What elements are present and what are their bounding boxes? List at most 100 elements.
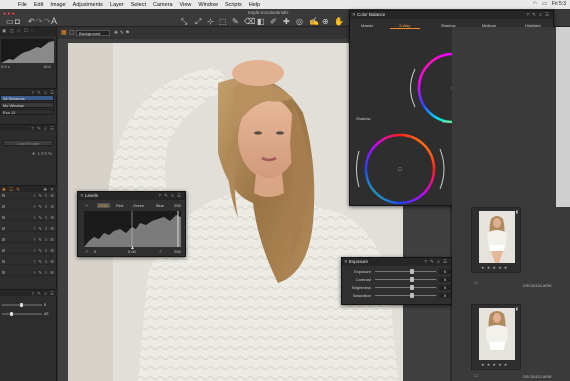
redo-icon[interactable]: ↷	[44, 17, 51, 26]
load-recipe-button[interactable]: Load Recipe	[3, 140, 53, 146]
healing-tool-icon[interactable]: ✚	[283, 17, 290, 26]
recipe-field[interactable]: Eco 12	[0, 109, 54, 115]
layer-row[interactable]: ? ✎ ≡ ☰	[0, 215, 57, 221]
add-icon[interactable]: ✚ ✎ ⚑	[114, 30, 130, 36]
eraser-tool-icon[interactable]: ⌫	[244, 17, 255, 26]
layer-row[interactable]: ? ✎ ≡ ☰	[0, 193, 57, 199]
shadow-wheel	[364, 133, 436, 205]
white-picker-icon[interactable]: ✐	[159, 249, 162, 254]
brush-tool-icon[interactable]: ✎	[232, 17, 239, 26]
menu-view[interactable]: View	[180, 2, 192, 8]
layer-row[interactable]: ? ✎ ≡ ☰	[0, 248, 57, 254]
contrast-value[interactable]: 0	[439, 277, 451, 282]
tab-green[interactable]: Green	[133, 203, 144, 208]
brightness-value[interactable]: 0	[439, 285, 451, 290]
layer-row[interactable]: ? ✎ ≡ ☰	[0, 237, 57, 243]
annotate-tool-icon[interactable]: ✍	[309, 17, 319, 26]
wifi-icon[interactable]: ◠	[533, 1, 537, 7]
menu-window[interactable]: Window	[198, 2, 218, 8]
tab-blue[interactable]: Blue	[156, 203, 164, 208]
menu-file[interactable]: File	[18, 2, 27, 8]
tool-tab-icons[interactable]: ▣ ◫ ◇ ☐ ◌	[2, 28, 35, 34]
thumb-rating[interactable]: ★ ★ ★ ★ ★	[481, 265, 508, 270]
menu-camera[interactable]: Camera	[153, 2, 173, 8]
single-view-icon[interactable]: ▢	[69, 29, 75, 36]
saturation-value[interactable]: 0	[439, 293, 451, 298]
panel-options-icon[interactable]: ? ✎ ≡ ☰	[526, 11, 550, 19]
close-icon[interactable]: ✕	[352, 11, 356, 19]
rotate-left-icon[interactable]: ↶	[28, 17, 35, 26]
detail-slider-1[interactable]	[2, 303, 42, 307]
exposure-title: Exposure	[349, 259, 369, 264]
levels-histogram[interactable]	[84, 211, 181, 247]
preset-select[interactable]: Background	[76, 30, 110, 36]
exposure-knob[interactable]	[409, 269, 414, 274]
tab-red[interactable]: Red	[116, 203, 123, 208]
move-tool-icon[interactable]: ⤢	[195, 17, 201, 27]
menu-help[interactable]: Help	[249, 2, 260, 8]
detail-slider-2[interactable]	[2, 312, 42, 316]
menu-scripts[interactable]: Scripts	[225, 2, 242, 8]
tab-rgb[interactable]: RGB	[97, 203, 110, 208]
crop-tool-icon[interactable]: ⤡	[181, 17, 187, 27]
tool-tabs: ▣ ◫ ◇ ☐ ◌	[0, 27, 57, 36]
gradient-tool-icon[interactable]: ◧	[257, 17, 265, 26]
menu-adjustments[interactable]: Adjustments	[73, 2, 103, 8]
text-tool-icon[interactable]: A	[51, 16, 57, 26]
rotate-right-icon[interactable]: ↷	[36, 17, 43, 26]
menu-image[interactable]: Image	[50, 2, 65, 8]
contrast-knob[interactable]	[409, 277, 414, 282]
thumb-check-icon[interactable]: ☐	[474, 280, 478, 285]
black-picker-icon[interactable]: ✐	[85, 249, 88, 254]
levels-white-value[interactable]: 255	[174, 249, 181, 254]
panel-options-icon[interactable]: ? ✎ ≡ ☰	[424, 258, 448, 266]
hand-tool-icon[interactable]: ✋	[334, 17, 344, 26]
thumbnail[interactable]: ▮ ★ ★ ★ ★ ★	[471, 207, 521, 273]
thumb-rating[interactable]: ★ ★ ★ ★ ★	[481, 362, 508, 367]
brightness-slider[interactable]	[375, 287, 436, 288]
clock[interactable]: Fri 5:3	[552, 1, 566, 7]
thumbnail[interactable]: ▮ ★ ★ ★ ★ ★	[471, 304, 521, 370]
thumbnail-image[interactable]	[479, 308, 515, 360]
close-icon[interactable]: ✕	[80, 192, 84, 200]
straighten-tool-icon[interactable]: ⊹	[207, 17, 214, 26]
levels-panel: ✕ Levels ? ✎ ≡ ☰ ⊙ RGB Red Green Blue 25…	[77, 191, 186, 257]
zoom-percent[interactable]: 100%	[37, 151, 53, 156]
levels-black-value[interactable]: 0	[94, 249, 96, 254]
saturation-slider[interactable]	[375, 295, 436, 296]
zoom-tool-icon[interactable]: ⊕	[322, 17, 329, 26]
battery-icon[interactable]: ▭	[542, 1, 547, 7]
layer-row[interactable]: ? ✎ ≡ ☰	[0, 270, 57, 276]
menu-layer[interactable]: Layer	[110, 2, 124, 8]
exposure-slider[interactable]	[375, 271, 436, 272]
camera-icon[interactable]: ◘	[15, 17, 20, 26]
close-icon[interactable]: ✕	[344, 258, 348, 266]
thumbnail-image[interactable]	[479, 211, 515, 263]
panel-options-icon[interactable]: ? ✎ ≡ ☰	[158, 192, 182, 200]
grid-view-icon[interactable]: ▦	[61, 29, 67, 36]
window-field[interactable]: My Window	[0, 102, 54, 108]
picker-tool-icon[interactable]: ✐	[270, 17, 277, 26]
folder-icon[interactable]: ▭	[6, 17, 14, 26]
saturation-knob[interactable]	[409, 293, 414, 298]
tab-master[interactable]: Master	[361, 23, 373, 28]
layer-row[interactable]: ? ✎ ≡ ☰	[0, 259, 57, 265]
session-field[interactable]: All Sessions	[0, 95, 54, 101]
keystone-tool-icon[interactable]: ⬚	[219, 17, 227, 26]
levels-mid-value[interactable]: 0.00	[128, 249, 136, 254]
brightness-knob[interactable]	[409, 285, 414, 290]
exposure-value[interactable]: 0	[439, 269, 451, 274]
thumb-check-icon[interactable]: ☐	[474, 373, 478, 378]
menu-select[interactable]: Select	[131, 2, 146, 8]
levels-menu-icon[interactable]: ⊙	[85, 203, 88, 208]
layer-row[interactable]: ? ✎ ≡ ☰	[0, 204, 57, 210]
section-header-detail: ? ✎ ≡ ☰	[0, 289, 57, 296]
section-icons[interactable]: ? ✎ ≡ ☰	[31, 291, 55, 297]
layer-row[interactable]: ? ✎ ≡ ☰	[0, 226, 57, 232]
zoom-icon[interactable]: ⊕	[32, 151, 35, 156]
spot-tool-icon[interactable]: ◎	[296, 17, 303, 26]
contrast-label: Contrast	[355, 277, 371, 282]
contrast-slider[interactable]	[375, 279, 436, 280]
menu-edit[interactable]: Edit	[34, 2, 43, 8]
section-icons[interactable]: ? ✎ ≡ ☰	[31, 126, 55, 132]
